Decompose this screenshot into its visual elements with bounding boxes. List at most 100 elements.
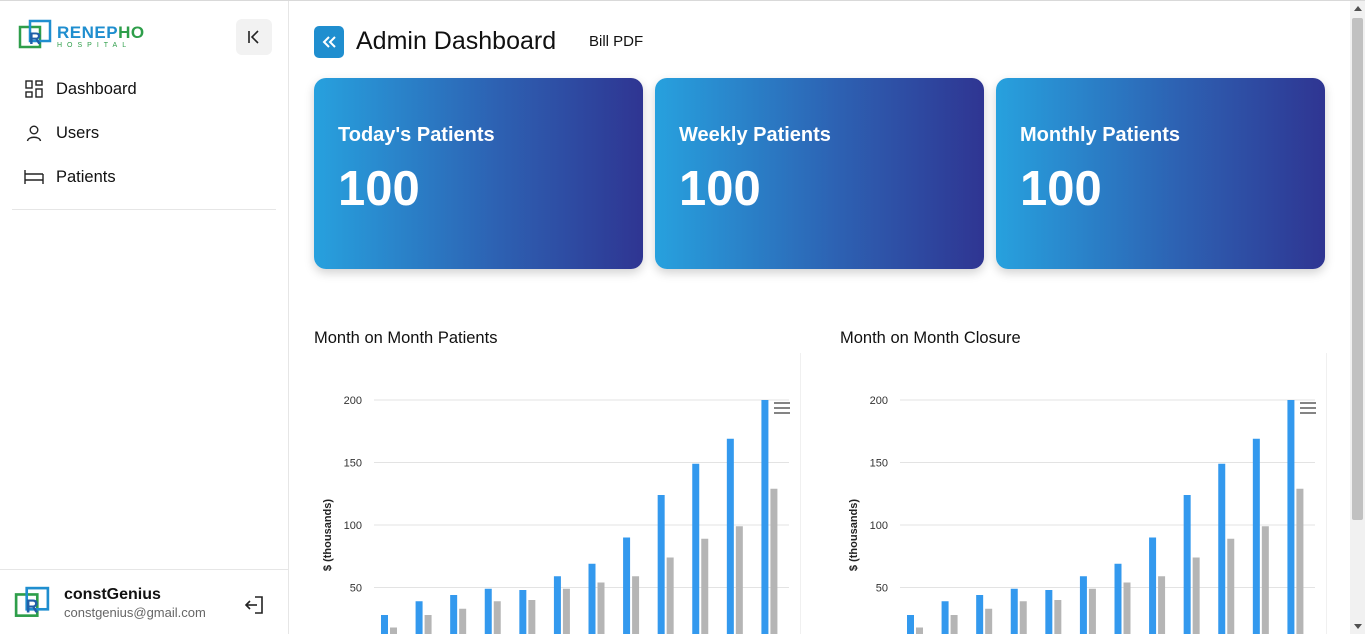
collapse-sidebar-button[interactable] bbox=[236, 19, 272, 55]
bar-series-1 bbox=[1218, 463, 1226, 634]
bar-series-1 bbox=[976, 595, 984, 634]
bar-series-1 bbox=[1252, 438, 1260, 634]
bar-series-2 bbox=[1158, 576, 1166, 634]
logo-name: RENEPHO bbox=[57, 22, 145, 42]
bar-series-2 bbox=[424, 615, 432, 634]
double-chevron-left-icon bbox=[322, 36, 336, 48]
sidebar-divider bbox=[12, 209, 276, 210]
hospital-logo[interactable]: R RENEPHO HOSPITAL bbox=[18, 19, 148, 53]
stat-card-value: 100 bbox=[679, 162, 761, 216]
bar-series-1 bbox=[553, 576, 561, 634]
stat-card-label: Monthly Patients bbox=[1020, 124, 1181, 146]
scroll-thumb[interactable] bbox=[1352, 18, 1363, 520]
bar-series-2 bbox=[390, 627, 397, 634]
collapse-left-icon bbox=[248, 30, 259, 44]
bar-series-2 bbox=[459, 608, 467, 634]
logout-button[interactable] bbox=[243, 594, 265, 616]
bar-series-2 bbox=[1296, 488, 1304, 634]
sidebar-item-label: Dashboard bbox=[56, 79, 137, 98]
sidebar-item-users[interactable]: Users bbox=[12, 111, 276, 155]
sidebar-item-label: Users bbox=[56, 123, 100, 142]
sidebar-item-patients[interactable]: Patients bbox=[12, 155, 276, 199]
user-profile: R constGenius constgenius@gmail.com bbox=[0, 569, 289, 634]
avatar[interactable]: R bbox=[14, 586, 50, 622]
y-tick-label: 200 bbox=[344, 395, 362, 407]
bar-series-1 bbox=[726, 438, 734, 634]
bar-series-1 bbox=[1149, 537, 1157, 634]
bar-series-2 bbox=[1227, 538, 1235, 634]
bar-series-2 bbox=[632, 576, 640, 634]
chart-title: Month on Month Closure bbox=[840, 329, 1021, 347]
bar-chart: 50 100 150 200 $ (thousands) bbox=[848, 395, 1315, 634]
sidebar-item-label: Patients bbox=[56, 167, 116, 186]
y-tick-label: 50 bbox=[350, 583, 362, 595]
dashboard-grid-icon bbox=[24, 79, 44, 99]
back-button[interactable] bbox=[314, 26, 344, 58]
logo-subtitle: HOSPITAL bbox=[57, 41, 132, 49]
svg-text:R: R bbox=[26, 596, 39, 616]
bar-series-1 bbox=[1287, 400, 1295, 634]
chart-panel-closure: Month on Month Closure 50 100 150 200 $ (tho… bbox=[840, 325, 1327, 634]
chart-menu-icon[interactable] bbox=[1299, 401, 1317, 415]
y-tick-label: 100 bbox=[870, 520, 888, 532]
scroll-down-button[interactable] bbox=[1350, 619, 1365, 634]
bar-series-2 bbox=[735, 526, 743, 634]
bill-pdf-link[interactable]: Bill PDF bbox=[589, 33, 643, 50]
bar-series-1 bbox=[1183, 495, 1191, 634]
bar-series-2 bbox=[1192, 557, 1200, 634]
chart-menu-icon[interactable] bbox=[773, 401, 791, 415]
bar-series-1 bbox=[1010, 588, 1018, 634]
bar-series-1 bbox=[381, 615, 388, 634]
bar-series-2 bbox=[916, 627, 923, 634]
bar-series-2 bbox=[493, 601, 501, 634]
bar-series-2 bbox=[1088, 588, 1096, 634]
chart-panel-patients: Month on Month Patients 50 100 150 200 $ (th… bbox=[314, 325, 801, 634]
stat-card-label: Today's Patients bbox=[338, 124, 495, 146]
bar-series-1 bbox=[692, 463, 700, 634]
page-title: Admin Dashboard bbox=[356, 27, 557, 55]
logout-icon bbox=[244, 596, 263, 614]
bar-series-1 bbox=[1114, 563, 1122, 634]
y-tick-label: 150 bbox=[870, 458, 888, 470]
y-tick-label: 200 bbox=[870, 395, 888, 407]
scroll-up-arrow-icon bbox=[1353, 6, 1362, 11]
bar-series-1 bbox=[450, 595, 458, 634]
stat-card-weekly: Weekly Patients 100 bbox=[655, 78, 984, 269]
user-name: constGenius bbox=[64, 586, 161, 603]
sidebar-nav: Dashboard Users Patients bbox=[12, 67, 276, 199]
stat-card-today: Today's Patients 100 bbox=[314, 78, 643, 269]
user-icon bbox=[24, 123, 44, 143]
bar-series-1 bbox=[1045, 590, 1053, 634]
bar-series-2 bbox=[950, 615, 958, 634]
bar-series-2 bbox=[1019, 601, 1027, 634]
scroll-up-button[interactable] bbox=[1350, 1, 1365, 16]
bar-series-1 bbox=[484, 588, 492, 634]
bar-series-2 bbox=[1123, 582, 1131, 634]
bar-series-1 bbox=[1079, 576, 1087, 634]
scroll-down-arrow-icon bbox=[1353, 624, 1362, 629]
bar-series-2 bbox=[770, 488, 778, 634]
y-axis-label: $ (thousands) bbox=[848, 499, 860, 571]
bar-series-2 bbox=[528, 600, 536, 634]
logo-text: RENEPHO HOSPITAL bbox=[57, 24, 145, 49]
bar-series-1 bbox=[941, 601, 949, 634]
stat-card-monthly: Monthly Patients 100 bbox=[996, 78, 1325, 269]
bar-series-1 bbox=[588, 563, 596, 634]
vertical-scrollbar[interactable] bbox=[1350, 1, 1365, 634]
bar-series-2 bbox=[1261, 526, 1269, 634]
bar-series-1 bbox=[907, 615, 914, 634]
y-tick-label: 50 bbox=[876, 583, 888, 595]
bar-series-1 bbox=[623, 537, 631, 634]
y-axis-label: $ (thousands) bbox=[322, 499, 334, 571]
bar-series-2 bbox=[985, 608, 993, 634]
stat-card-label: Weekly Patients bbox=[679, 124, 831, 146]
main-content: Admin Dashboard Bill PDF Today's Patient… bbox=[290, 1, 1350, 634]
bar-series-1 bbox=[519, 590, 527, 634]
y-tick-label: 150 bbox=[344, 458, 362, 470]
svg-text:R: R bbox=[29, 29, 41, 48]
chart-frame: 50 100 150 200 $ (thousands) bbox=[314, 353, 801, 634]
sidebar: R RENEPHO HOSPITAL Dashboard Users Patie… bbox=[0, 1, 289, 634]
sidebar-item-dashboard[interactable]: Dashboard bbox=[12, 67, 276, 111]
bar-series-1 bbox=[657, 495, 665, 634]
chart-frame: 50 100 150 200 $ (thousands) bbox=[840, 353, 1327, 634]
